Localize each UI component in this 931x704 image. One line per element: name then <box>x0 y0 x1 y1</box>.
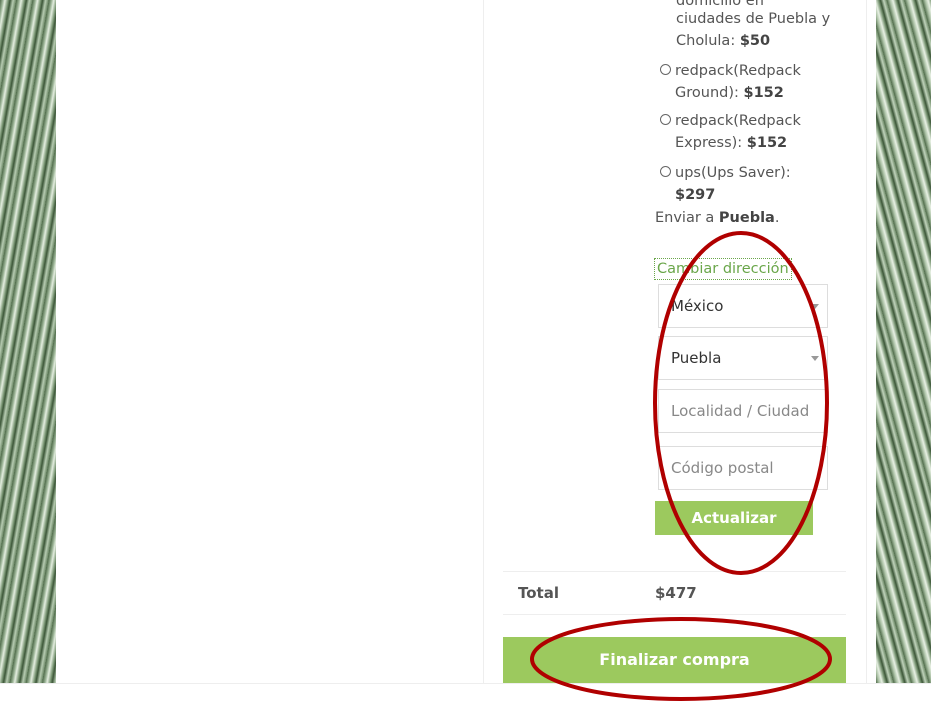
ship-to-place: Puebla <box>718 210 775 226</box>
ship-to-prefix: Enviar a <box>655 210 715 226</box>
country-value: México <box>671 297 724 315</box>
total-label: Total <box>518 584 559 602</box>
postal-code-input[interactable]: Código postal <box>658 446 828 490</box>
left-background-strip <box>0 0 56 683</box>
state-select[interactable]: Puebla <box>658 336 828 380</box>
radio-icon[interactable] <box>660 64 671 75</box>
ship-to-suffix: . <box>774 210 780 226</box>
bottom-strip <box>0 683 931 704</box>
city-placeholder: Localidad / Ciudad <box>671 402 810 420</box>
state-value: Puebla <box>671 349 722 367</box>
ship-to-text: Enviar a Puebla. <box>655 210 779 226</box>
option-price: $297 <box>675 187 716 203</box>
shipping-option-local: ciudades de Puebla y Cholula: $50 <box>676 8 851 52</box>
shipping-option-redpack-ground[interactable]: redpack(Redpack Ground): $152 <box>660 60 850 104</box>
change-address-link[interactable]: Cambiar dirección <box>654 258 792 280</box>
total-row: Total $477 <box>503 571 846 615</box>
shipping-option-local-price: $50 <box>739 33 771 49</box>
shipping-option-redpack-express[interactable]: redpack(Redpack Express): $152 <box>660 110 850 154</box>
postal-placeholder: Código postal <box>671 459 774 477</box>
option-label: ups(Ups Saver): <box>675 165 791 181</box>
radio-icon[interactable] <box>660 114 671 125</box>
radio-icon[interactable] <box>660 166 671 177</box>
chevron-down-icon <box>811 304 819 309</box>
country-select[interactable]: México <box>658 284 828 328</box>
right-background-strip <box>876 0 931 683</box>
option-price: $152 <box>743 85 784 101</box>
update-button[interactable]: Actualizar <box>655 501 813 535</box>
option-price: $152 <box>746 135 788 151</box>
chevron-down-icon <box>811 356 819 361</box>
checkout-button[interactable]: Finalizar compra <box>503 637 846 683</box>
total-value: $477 <box>655 584 697 602</box>
city-input[interactable]: Localidad / Ciudad <box>658 389 828 433</box>
shipping-option-ups-saver[interactable]: ups(Ups Saver): $297 <box>660 162 850 206</box>
